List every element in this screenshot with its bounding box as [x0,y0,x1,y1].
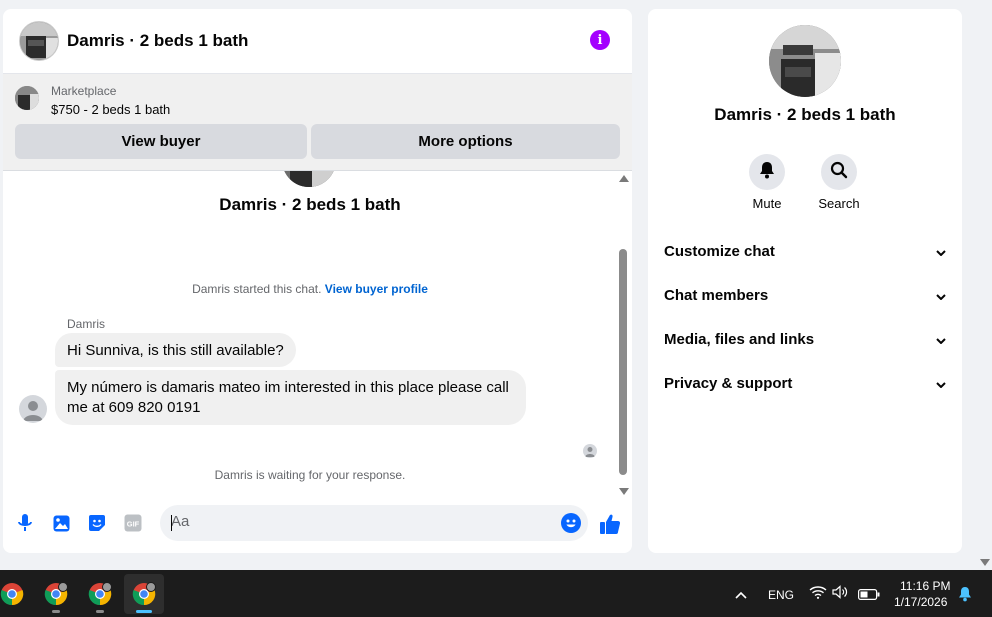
details-avatar [769,25,841,97]
chat-header: Damris · 2 beds 1 bath i [3,9,632,74]
scroll-down-arrow-icon[interactable] [619,488,629,495]
battery-icon[interactable] [858,587,880,605]
conversation-title: Damris · 2 beds 1 bath [219,195,401,214]
chevron-down-icon [936,375,946,392]
listing-thumbnail[interactable] [19,21,59,61]
mute-action[interactable]: Mute [737,154,797,211]
chat-started-text: Damris started this chat. [192,282,322,296]
scroll-up-arrow-icon[interactable] [619,175,629,182]
message-bubble[interactable]: Hi Sunniva, is this still available? [55,333,296,367]
text-caret [171,515,172,531]
info-icon[interactable]: i [590,30,610,50]
emoji-icon[interactable] [561,513,581,533]
app-indicator [52,610,60,613]
notification-bell-icon[interactable] [958,586,972,607]
marketplace-label: Marketplace [51,84,117,98]
details-title: Damris · 2 beds 1 bath [714,105,896,124]
chrome-icon[interactable] [0,574,32,614]
sender-name: Damris [67,317,105,331]
chat-title[interactable]: Damris · 2 beds 1 bath [67,31,248,51]
view-buyer-button[interactable]: View buyer [15,124,307,159]
app-indicator [96,610,104,613]
composer: GIF [3,501,632,553]
volume-icon[interactable] [832,585,850,604]
search-icon [830,161,848,184]
chat-started-notice: Damris started this chat. View buyer pro… [3,282,617,296]
message-list: Damris · 2 beds 1 bath Damris started th… [3,171,632,501]
section-privacy-support[interactable]: Privacy & support [664,371,946,395]
section-label: Chat members [664,286,769,304]
mute-label: Mute [752,196,782,211]
view-buyer-profile-link[interactable]: View buyer profile [325,282,428,296]
mute-button[interactable] [749,154,785,190]
waiting-notice: Damris is waiting for your response. [214,468,406,482]
bell-icon [758,161,776,184]
search-label: Search [818,196,860,211]
message-bubble[interactable]: My número is damaris mateo im interested… [55,370,526,425]
thumbs-up-icon[interactable] [599,513,621,535]
clock-date[interactable]: 1/17/2026 [894,595,947,609]
taskbar: ENG 11:16 PM 1/17/2026 [0,570,992,617]
listing-price-title[interactable]: $750 - 2 beds 1 bath [51,102,170,117]
page-scroll-down-arrow-icon[interactable] [980,559,990,566]
scrollbar-thumb[interactable] [619,249,627,475]
clock-time[interactable]: 11:16 PM [900,579,950,593]
marketplace-thumbnail [15,86,39,110]
marketplace-bar: Marketplace $750 - 2 beds 1 bath View bu… [3,74,632,171]
language-indicator[interactable]: ENG [768,588,794,602]
chat-details-panel: Damris · 2 beds 1 bath Mute Search Custo… [648,9,962,553]
section-customize-chat[interactable]: Customize chat [664,239,946,263]
conversation-avatar [282,171,336,187]
chrome-profile-icon[interactable] [36,574,76,614]
chrome-profile-icon-active[interactable] [124,574,164,614]
message-input[interactable] [171,513,551,530]
chevron-down-icon [936,287,946,304]
search-action[interactable]: Search [809,154,869,211]
chrome-profile-icon[interactable] [80,574,120,614]
svg-text:GIF: GIF [127,520,140,529]
mic-icon[interactable] [16,514,34,532]
sender-avatar[interactable] [19,395,47,423]
chevron-down-icon [936,331,946,348]
chevron-up-icon[interactable] [735,586,747,604]
message-input-container[interactable] [160,505,588,541]
sticker-icon[interactable] [88,514,106,532]
section-chat-members[interactable]: Chat members [664,283,946,307]
section-label: Customize chat [664,242,775,260]
search-button[interactable] [821,154,857,190]
image-icon[interactable] [52,514,70,532]
gif-icon[interactable]: GIF [124,514,142,532]
chat-panel: Damris · 2 beds 1 bath i Marketplace $75… [3,9,632,553]
chevron-down-icon [936,243,946,260]
section-label: Privacy & support [664,374,793,392]
section-label: Media, files and links [664,330,815,348]
message-scrollbar[interactable] [617,171,631,501]
seen-receipt-avatar [583,444,597,458]
app-indicator [136,610,152,613]
wifi-icon[interactable] [809,585,827,604]
section-media-files-links[interactable]: Media, files and links [664,327,946,351]
more-options-button[interactable]: More options [311,124,620,159]
